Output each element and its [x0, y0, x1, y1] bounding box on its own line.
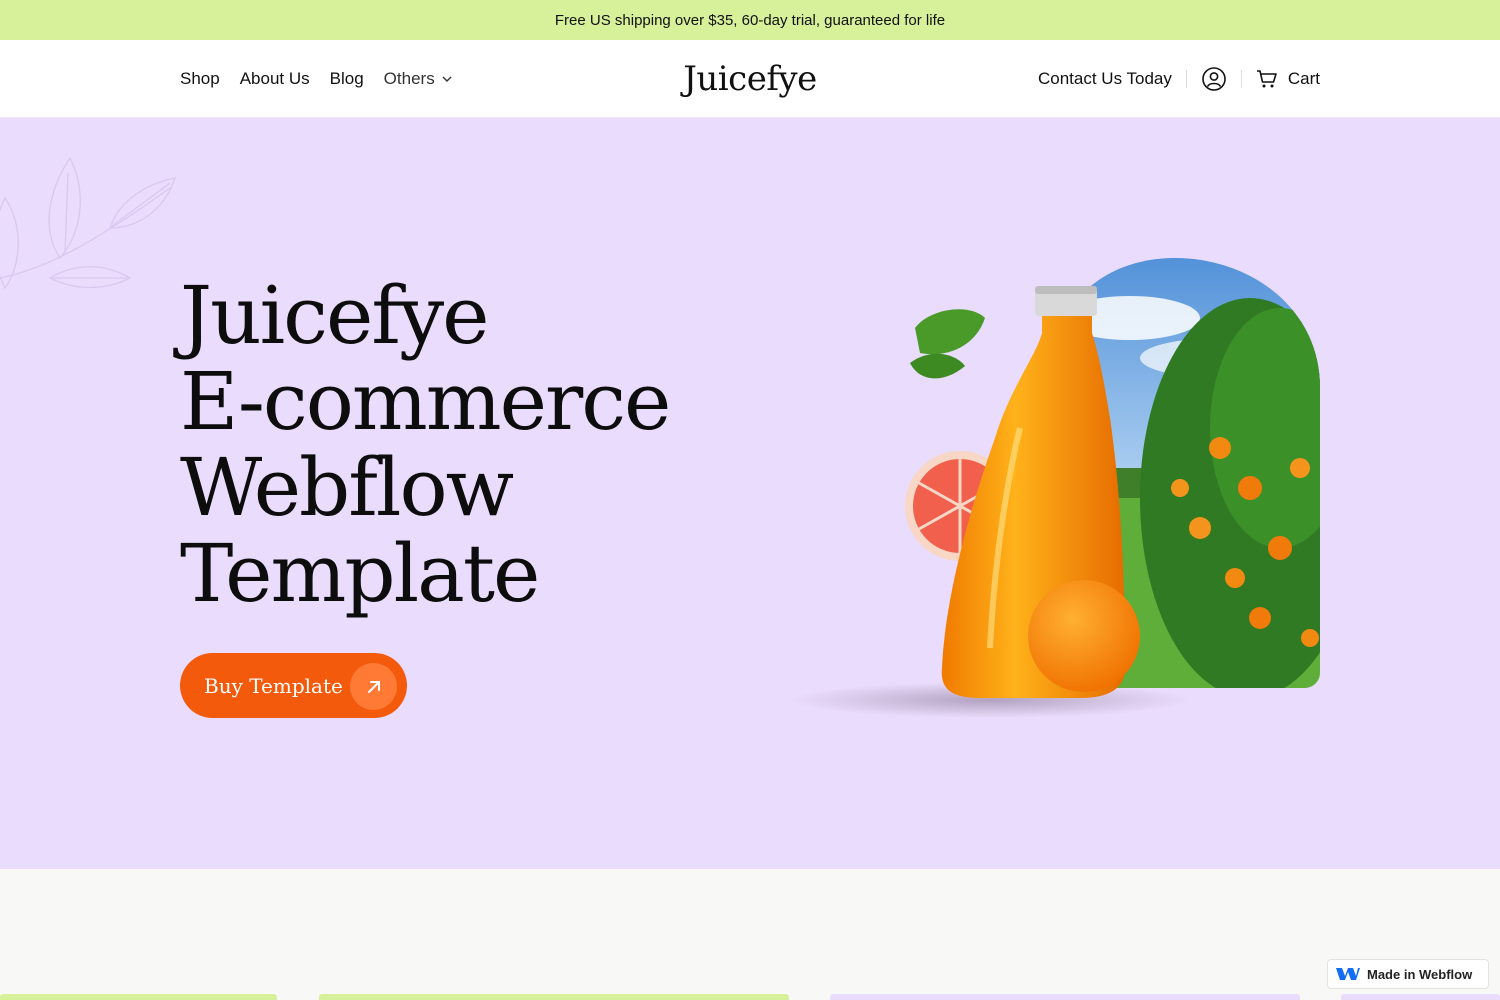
account-button[interactable] [1201, 66, 1227, 92]
hero-title-line: E-commerce [180, 355, 671, 448]
hero-section: Juicefye E-commerce Webflow Template Buy… [0, 118, 1500, 869]
product-card[interactable] [0, 994, 277, 1000]
buy-arrow-circle [350, 663, 397, 710]
nav-dropdown-others-label: Others [383, 69, 435, 88]
buy-template-label: Buy Template [204, 673, 343, 698]
nav-divider [1240, 70, 1242, 88]
products-section [0, 869, 1500, 1000]
cart-button[interactable]: Cart [1256, 69, 1320, 89]
hero-title-line: Webflow [180, 441, 514, 534]
buy-template-button[interactable]: Buy Template [180, 653, 407, 718]
leaf-decoration [0, 156, 176, 290]
hero-title-line: Juicefye [180, 269, 489, 362]
nav-link-about-us[interactable]: About Us [240, 69, 310, 89]
nav-divider [1185, 70, 1187, 88]
site-logo[interactable]: Juicefye [683, 59, 817, 99]
hero-title: Juicefye E-commerce Webflow Template [180, 273, 740, 617]
nav-links: Shop About Us Blog Others [180, 40, 453, 118]
arrow-up-right-icon [367, 680, 380, 693]
nav-link-shop[interactable]: Shop [180, 69, 220, 89]
hero-product-image [790, 258, 1320, 718]
nav-dropdown-others[interactable]: Others [384, 69, 453, 89]
nav-actions: Contact Us Today Cart [1038, 40, 1320, 118]
hero-title-line: Template [180, 527, 540, 620]
main-navigation: Shop About Us Blog Others Juicefye Conta… [0, 40, 1500, 118]
announcement-text: Free US shipping over $35, 60-day trial,… [554, 11, 946, 29]
cart-label: Cart [1287, 69, 1320, 88]
product-card[interactable] [830, 994, 1300, 1000]
user-circle-icon [1202, 67, 1226, 91]
webflow-logo-icon [1336, 968, 1360, 980]
made-in-webflow-badge[interactable]: Made in Webflow [1327, 959, 1489, 989]
product-card[interactable] [319, 994, 789, 1000]
nav-link-blog[interactable]: Blog [330, 69, 364, 89]
contact-link[interactable]: Contact Us Today [1038, 69, 1172, 89]
cart-icon [1256, 70, 1277, 88]
product-card[interactable] [1341, 994, 1500, 1000]
announcement-bar: Free US shipping over $35, 60-day trial,… [0, 0, 1500, 40]
chevron-down-icon [442, 76, 452, 82]
badge-label: Made in Webflow [1367, 966, 1473, 982]
